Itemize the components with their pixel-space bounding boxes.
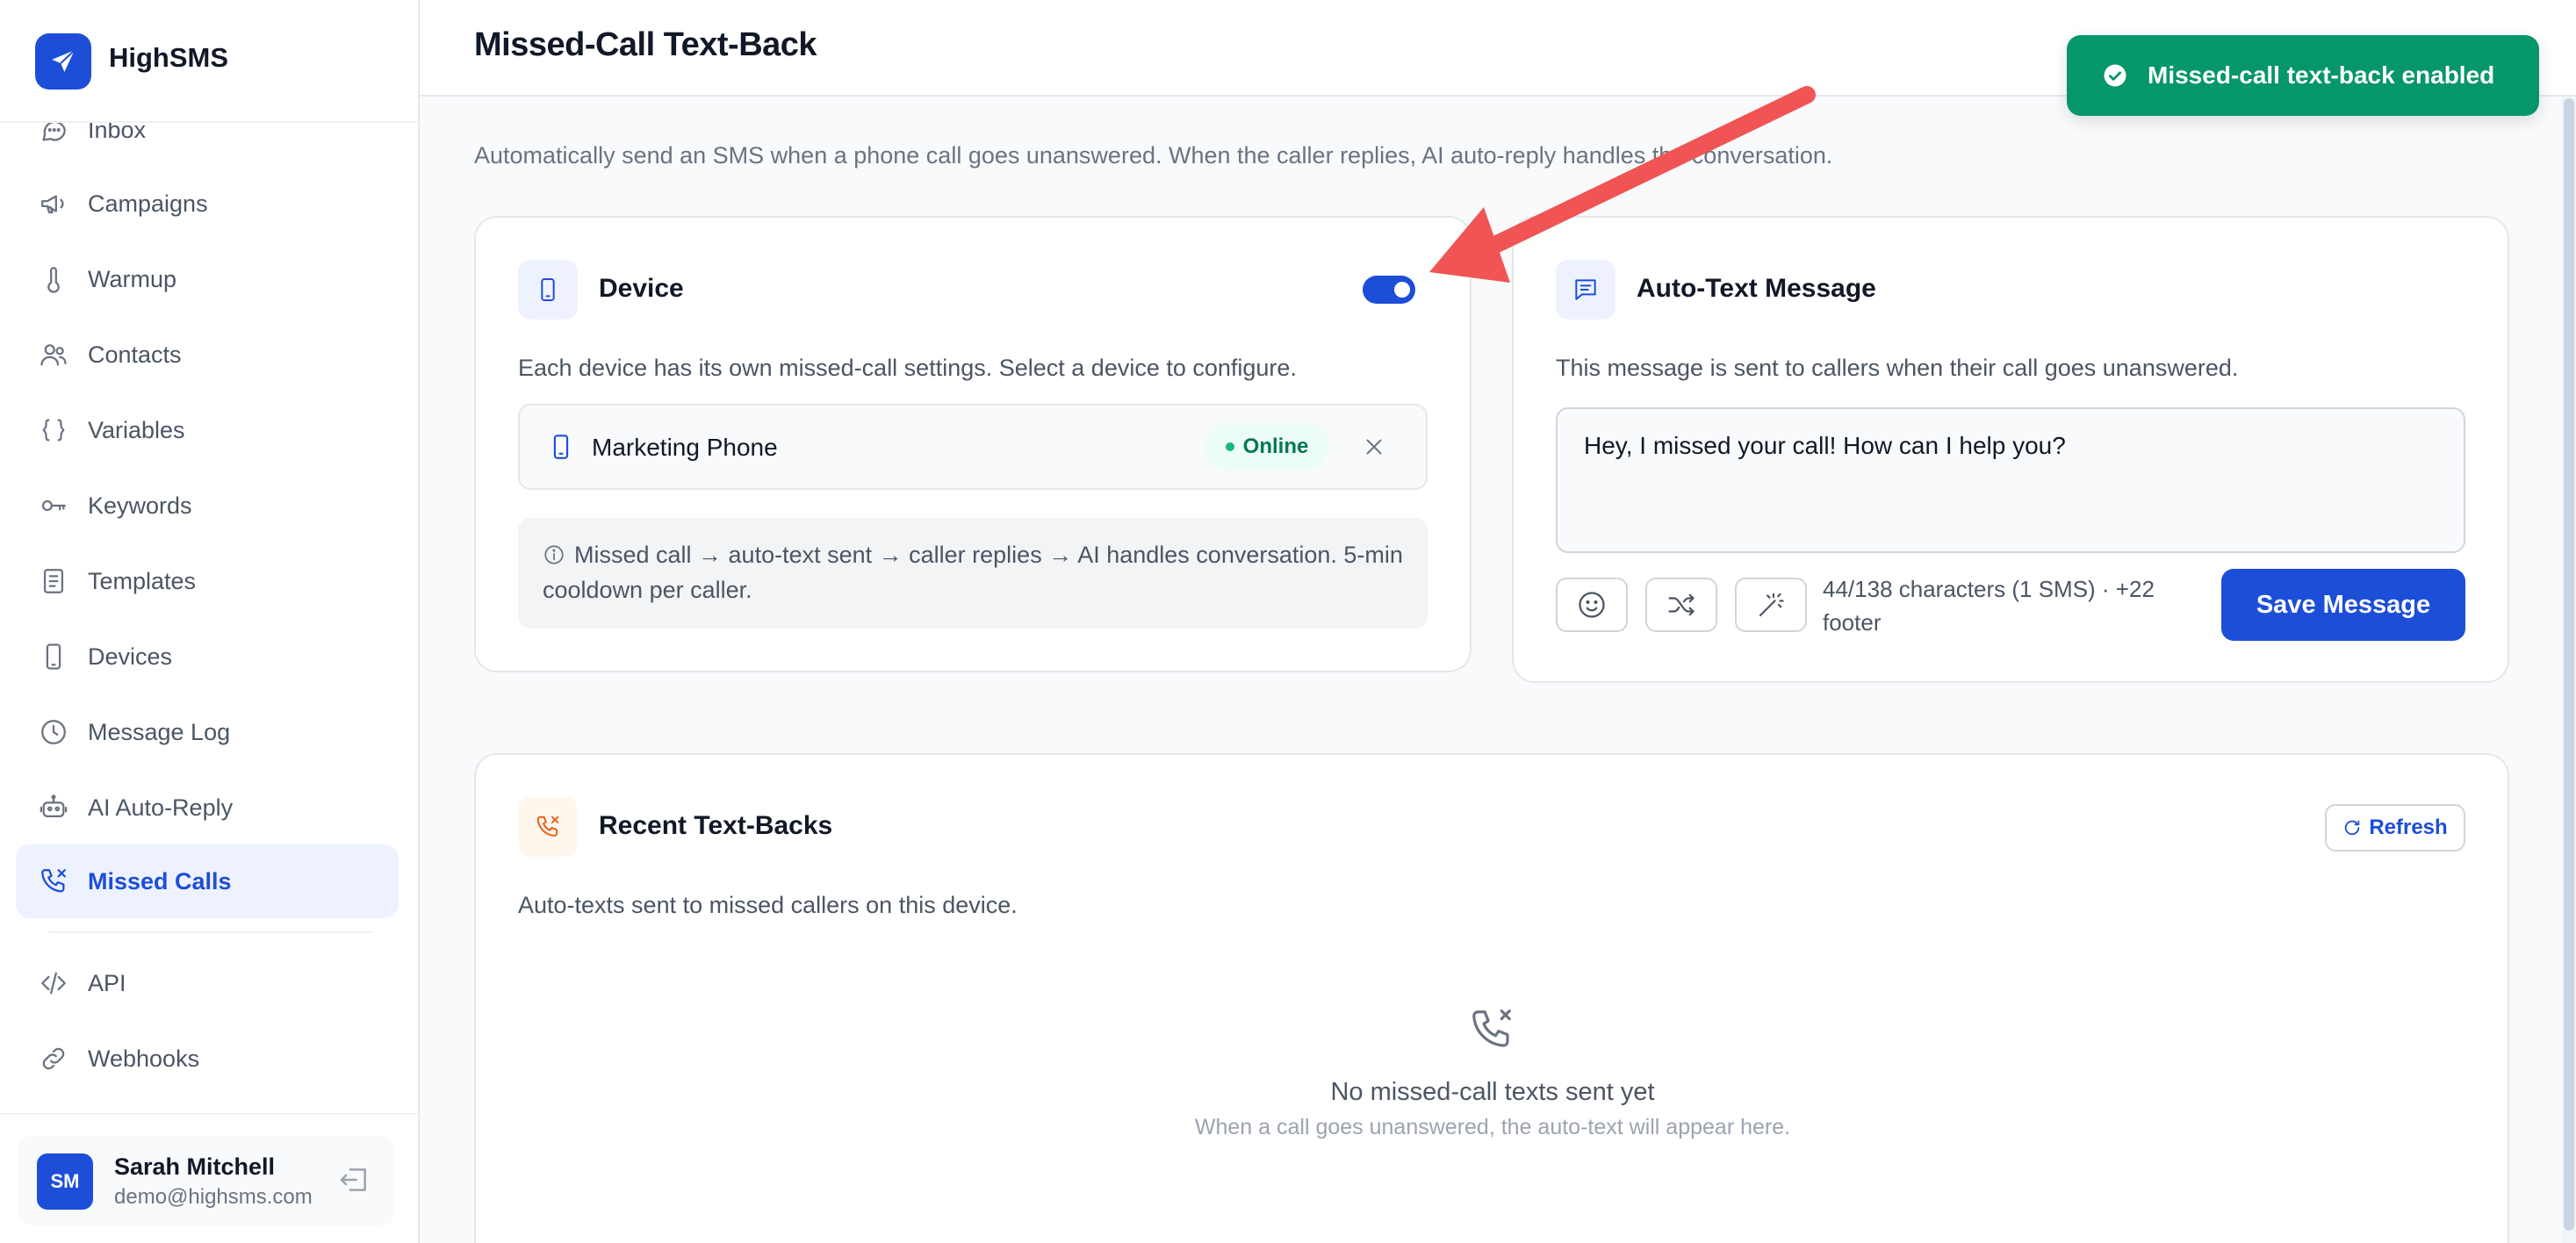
empty-state-subtitle: When a call goes unanswered, the auto-te… <box>1194 1115 1791 1139</box>
phone-icon <box>541 278 555 301</box>
sidebar-item-label: Message Log <box>88 718 231 745</box>
sidebar-item-templates[interactable]: Templates <box>16 544 399 618</box>
page-title: Missed-Call Text-Back <box>474 26 817 63</box>
sidebar-item-label: AI Auto-Reply <box>88 794 234 821</box>
shuffle-button[interactable] <box>1645 578 1717 632</box>
character-count: 44/138 characters (1 SMS) · +22 footer <box>1823 576 2155 636</box>
clock-icon <box>41 720 66 744</box>
message-card-icon <box>1556 260 1615 320</box>
sidebar-item-webhooks[interactable]: Webhooks <box>16 1022 399 1096</box>
message-textarea[interactable]: Hey, I missed your call! How can I help … <box>1556 407 2465 553</box>
refresh-label: Refresh <box>2369 815 2448 839</box>
save-message-button[interactable]: Save Message <box>2221 569 2465 641</box>
link-icon <box>42 1047 65 1070</box>
emoji-button[interactable] <box>1556 578 1628 632</box>
key-icon <box>41 499 66 512</box>
close-icon[interactable] <box>1361 434 1387 460</box>
sidebar-item-campaigns[interactable]: Campaigns <box>16 167 399 241</box>
recent-card-title: Recent Text-Backs <box>599 811 833 840</box>
code-icon <box>41 972 66 995</box>
braces-icon <box>42 419 65 442</box>
info-icon <box>543 543 565 566</box>
toast-notification: Missed-call text-back enabled <box>2067 35 2539 116</box>
device-card-icon <box>518 260 578 320</box>
refresh-button[interactable]: Refresh <box>2325 804 2465 851</box>
empty-state-title: No missed-call texts sent yet <box>1330 1078 1655 1106</box>
sidebar: Inbox Campaigns Warmup Contacts Variable… <box>0 0 420 1243</box>
sidebar-item-label: Campaigns <box>88 190 208 217</box>
device-card-description: Each device has its own missed-call sett… <box>518 355 1297 381</box>
sidebar-item-label: Devices <box>88 643 173 670</box>
phone-missed-icon <box>536 815 559 837</box>
thermometer-icon <box>47 267 60 293</box>
brand-logo[interactable] <box>35 33 91 90</box>
status-label: Online <box>1242 435 1309 458</box>
sidebar-item-label: Templates <box>88 567 197 594</box>
toast-message: Missed-call text-back enabled <box>2148 61 2495 89</box>
document-icon <box>43 569 64 593</box>
smiley-icon <box>1579 592 1605 618</box>
sidebar-item-missed-calls[interactable]: Missed Calls <box>16 844 399 918</box>
users-icon <box>40 344 67 366</box>
chat-icon <box>42 123 66 141</box>
logout-icon[interactable] <box>337 1162 372 1197</box>
sidebar-nav: Inbox Campaigns Warmup Contacts Variable… <box>0 123 418 1115</box>
message-card-title: Auto-Text Message <box>1637 274 1876 303</box>
ai-wand-button[interactable] <box>1735 578 1807 632</box>
sidebar-item-label: Missed Calls <box>88 867 232 895</box>
recent-card-icon <box>518 797 578 857</box>
sidebar-item-keywords[interactable]: Keywords <box>16 469 399 542</box>
send-icon <box>52 49 76 73</box>
sidebar-item-message-log[interactable]: Message Log <box>16 695 399 769</box>
sidebar-item-label: Warmup <box>88 265 177 292</box>
status-dot <box>1225 442 1234 451</box>
sidebar-item-label: Keywords <box>88 492 192 519</box>
brand-header: HighSMS <box>0 0 418 123</box>
device-selector[interactable]: Marketing Phone Online <box>518 404 1428 490</box>
sidebar-item-api[interactable]: API <box>16 946 399 1020</box>
phone-missed-icon <box>41 869 66 893</box>
sidebar-item-label: API <box>88 969 126 996</box>
page-subtitle: Automatically send an SMS when a phone c… <box>474 142 1833 169</box>
avatar: SM <box>37 1153 93 1210</box>
user-card[interactable]: SM Sarah Mitchell demo@highsms.com <box>18 1136 395 1225</box>
sidebar-item-label: Webhooks <box>88 1045 200 1072</box>
user-name: Sarah Mitchell <box>114 1153 276 1180</box>
sidebar-item-label: Contacts <box>88 341 182 368</box>
info-text: Missed call → auto-text sent → caller re… <box>543 542 1403 603</box>
magic-wand-icon <box>1759 593 1784 617</box>
sidebar-item-variables[interactable]: Variables <box>16 393 399 467</box>
status-badge: Online <box>1205 423 1329 471</box>
sidebar-item-label: Variables <box>88 416 185 443</box>
phone-icon <box>553 435 569 459</box>
sidebar-item-warmup[interactable]: Warmup <box>16 242 399 316</box>
sidebar-item-devices[interactable]: Devices <box>16 620 399 693</box>
sidebar-footer-divider <box>0 1113 418 1115</box>
sidebar-item-ai-auto-reply[interactable]: AI Auto-Reply <box>16 771 399 844</box>
phone-missed-icon <box>1472 1009 1511 1047</box>
sidebar-item-contacts[interactable]: Contacts <box>16 318 399 392</box>
device-name: Marketing Phone <box>592 434 778 461</box>
check-circle-icon <box>2104 64 2126 87</box>
sidebar-divider <box>49 931 372 933</box>
sidebar-item-inbox[interactable]: Inbox <box>16 123 399 167</box>
phone-icon <box>46 643 61 670</box>
recent-card-description: Auto-texts sent to missed callers on thi… <box>518 892 1018 918</box>
robot-icon <box>40 794 68 818</box>
brand-name: HighSMS <box>109 42 229 73</box>
device-card-title: Device <box>599 274 684 303</box>
user-email: demo@highsms.com <box>114 1185 313 1209</box>
toggle-knob <box>1394 282 1410 298</box>
shuffle-icon <box>1668 593 1695 616</box>
message-icon <box>1575 279 1596 300</box>
refresh-icon <box>2345 820 2360 836</box>
message-card-description: This message is sent to callers when the… <box>1556 355 2239 381</box>
megaphone-icon <box>41 195 64 214</box>
scrollbar-thumb[interactable] <box>2564 98 2574 1231</box>
sidebar-item-label: Inbox <box>88 123 147 143</box>
info-box: Missed call → auto-text sent → caller re… <box>518 518 1428 629</box>
missed-call-toggle[interactable] <box>1363 276 1415 304</box>
